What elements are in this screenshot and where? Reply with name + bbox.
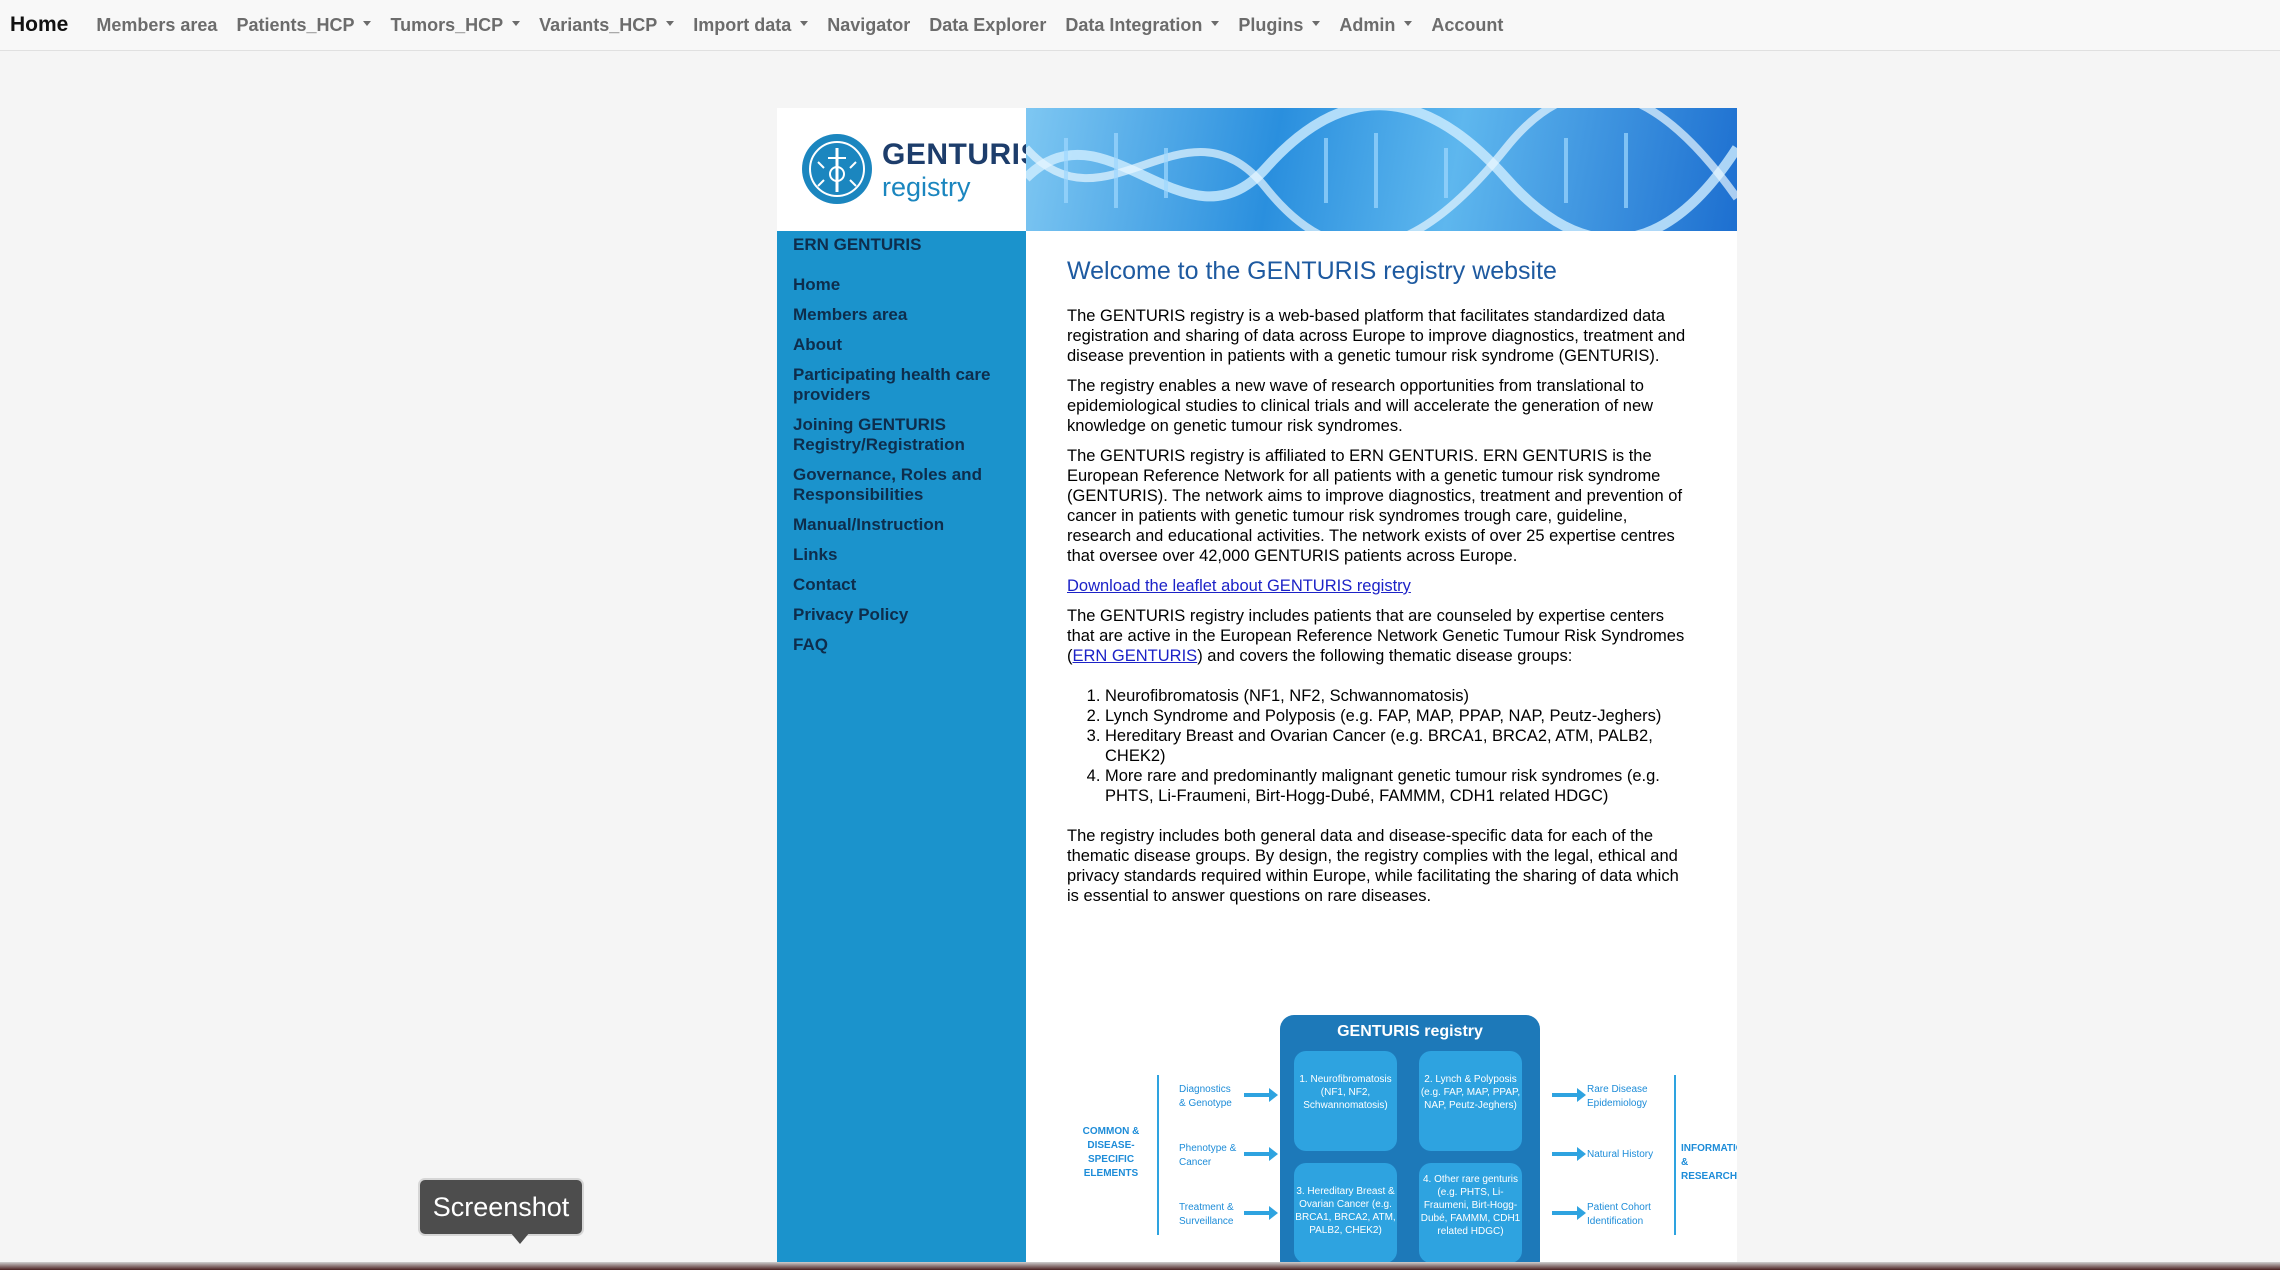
page-container: GENTURIS registry ERN GENTURIS Home Memb…	[777, 108, 1737, 1270]
diagram-right-item-cohort: Patient Cohort Identification	[1587, 1202, 1651, 1227]
sidebar-item-members-area[interactable]: Members area	[793, 305, 1018, 325]
sidebar-nav: ERN GENTURIS Home Members area About Par…	[777, 231, 1026, 1270]
nav-data-explorer[interactable]: Data Explorer	[929, 15, 1046, 36]
data-paragraph: The registry includes both general data …	[1067, 827, 1679, 905]
arrow-right-icon	[1244, 1147, 1278, 1161]
patients-paragraph: The GENTURIS registry includes patients …	[1067, 607, 1685, 665]
diagram-right-group-label: INFORMATION & RESEARCH	[1681, 1143, 1737, 1182]
sidebar-item-participating-providers[interactable]: Participating health care providers	[793, 365, 1018, 405]
disease-groups-list: Neurofibromatosis (NF1, NF2, Schwannomat…	[1067, 686, 1687, 806]
diagram-box-breast-ovarian: 3. Hereditary Breast & Ovarian Cancer (e…	[1294, 1163, 1397, 1263]
nav-navigator[interactable]: Navigator	[827, 15, 910, 36]
nav-tumors-hcp-dropdown[interactable]: Tumors_HCP	[390, 15, 521, 36]
sidebar-item-manual[interactable]: Manual/Instruction	[793, 515, 1018, 535]
page-title: Welcome to the GENTURIS registry website	[1067, 257, 1557, 285]
top-navbar: Home Members area Patients_HCP Tumors_HC…	[0, 0, 2280, 51]
nav-variants-hcp-dropdown[interactable]: Variants_HCP	[539, 15, 675, 36]
window-bottom-edge	[0, 1262, 2280, 1270]
diagram-left-item-diagnostics: Diagnostics & Genotype	[1179, 1084, 1232, 1109]
nav-home-brand[interactable]: Home	[10, 13, 68, 37]
diagram-title: GENTURIS registry	[1337, 1023, 1483, 1040]
ern-genturis-link[interactable]: ERN GENTURIS	[1073, 647, 1198, 665]
arrow-right-icon	[1552, 1088, 1586, 1102]
main-content: Welcome to the GENTURIS registry website…	[1067, 231, 1687, 906]
leaflet-download-link[interactable]: Download the leaflet about GENTURIS regi…	[1067, 577, 1411, 595]
list-item: Hereditary Breast and Ovarian Cancer (e.…	[1105, 726, 1687, 766]
diagram-box-lynch: 2. Lynch & Polyposis (e.g. FAP, MAP, PPA…	[1419, 1051, 1522, 1151]
diagram-left-item-treatment: Treatment & Surveillance	[1179, 1202, 1234, 1227]
diagram-box-neurofibromatosis: 1. Neurofibromatosis (NF1, NF2, Schwanno…	[1294, 1051, 1397, 1151]
caret-down-icon	[1211, 20, 1220, 26]
caret-down-icon	[1312, 20, 1321, 26]
sidebar-item-governance[interactable]: Governance, Roles and Responsibilities	[793, 465, 1018, 505]
nav-account[interactable]: Account	[1431, 15, 1503, 36]
genturis-emblem-icon	[802, 134, 872, 204]
caret-down-icon	[666, 20, 675, 26]
diagram-registry-box: GENTURIS registry 1. Neurofibromatosis (…	[1280, 1015, 1540, 1270]
list-item: More rare and predominantly malignant ge…	[1105, 766, 1687, 806]
sidebar-item-faq[interactable]: FAQ	[793, 635, 1018, 655]
logo-subtitle: registry	[882, 172, 971, 202]
sidebar-item-home[interactable]: Home	[793, 275, 1018, 295]
sidebar-item-about[interactable]: About	[793, 335, 1018, 355]
diagram-right-bracket	[1674, 1075, 1676, 1235]
nav-data-integration-dropdown[interactable]: Data Integration	[1065, 15, 1220, 36]
nav-members-area[interactable]: Members area	[96, 15, 217, 36]
screenshot-tooltip: Screenshot	[418, 1178, 584, 1244]
diagram-box-other-rare: 4. Other rare genturis (e.g. PHTS, Li-Fr…	[1419, 1163, 1522, 1263]
diagram-right-item-epidemiology: Rare Disease Epidemiology	[1587, 1084, 1648, 1109]
nav-patients-hcp-dropdown[interactable]: Patients_HCP	[236, 15, 372, 36]
genturis-logo[interactable]: GENTURIS registry	[777, 108, 1041, 231]
ern-paragraph: The GENTURIS registry is affiliated to E…	[1067, 447, 1683, 565]
caret-down-icon	[363, 20, 372, 26]
sidebar-item-joining-registration[interactable]: Joining GENTURIS Registry/Registration	[793, 415, 1018, 455]
dna-banner-image	[1026, 108, 1737, 231]
sidebar-item-privacy-policy[interactable]: Privacy Policy	[793, 605, 1018, 625]
sidebar-title: ERN GENTURIS	[793, 235, 922, 254]
arrow-right-icon	[1552, 1206, 1586, 1220]
logo-title: GENTURIS	[882, 138, 1042, 171]
leaflet-paragraph: Download the leaflet about GENTURIS regi…	[1067, 576, 1687, 596]
arrow-right-icon	[1244, 1206, 1278, 1220]
intro-paragraph: The GENTURIS registry is a web-based pla…	[1067, 307, 1686, 365]
nav-import-data-dropdown[interactable]: Import data	[693, 15, 809, 36]
caret-down-icon	[512, 20, 521, 26]
caret-down-icon	[800, 20, 809, 26]
diagram-left-group-label: COMMON & DISEASE-SPECIFIC ELEMENTS	[1082, 1126, 1140, 1179]
registry-diagram: COMMON & DISEASE-SPECIFIC ELEMENTS Diagn…	[1067, 1015, 1737, 1270]
list-item: Lynch Syndrome and Polyposis (e.g. FAP, …	[1105, 706, 1687, 726]
sidebar-menu: Home Members area About Participating he…	[793, 275, 1018, 665]
nav-plugins-dropdown[interactable]: Plugins	[1238, 15, 1321, 36]
sidebar-item-contact[interactable]: Contact	[793, 575, 1018, 595]
diagram-right-item-natural-history: Natural History	[1587, 1149, 1654, 1160]
diagram-left-item-phenotype: Phenotype & Cancer	[1179, 1143, 1237, 1168]
arrow-right-icon	[1552, 1147, 1586, 1161]
arrow-right-icon	[1244, 1088, 1278, 1102]
nav-admin-dropdown[interactable]: Admin	[1339, 15, 1413, 36]
sidebar-item-links[interactable]: Links	[793, 545, 1018, 565]
list-item: Neurofibromatosis (NF1, NF2, Schwannomat…	[1105, 686, 1687, 706]
caret-down-icon	[1404, 20, 1413, 26]
diagram-left-bracket	[1157, 1075, 1159, 1235]
research-paragraph: The registry enables a new wave of resea…	[1067, 377, 1654, 435]
